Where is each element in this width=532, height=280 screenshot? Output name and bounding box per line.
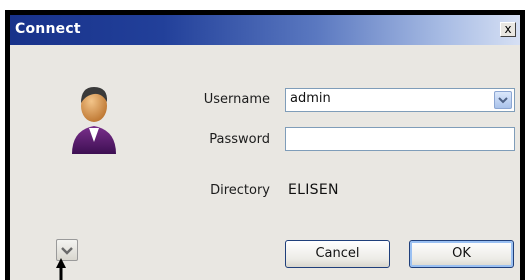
cancel-button[interactable]: Cancel [285,240,390,268]
window-title: Connect [15,21,81,37]
directory-label: Directory [210,183,270,198]
user-icon [72,87,116,154]
password-label: Password [209,132,270,147]
arrow-up-icon [56,258,66,280]
ok-button[interactable]: OK [409,240,514,268]
screenshot-stage: Connect x Username admin Password Direct… [0,0,532,280]
chevron-down-icon[interactable] [494,91,512,109]
close-button[interactable]: x [500,22,516,37]
connect-dialog: Connect x Username admin Password Direct… [5,10,525,280]
password-field[interactable] [285,127,515,151]
chevron-down-icon [61,247,73,255]
username-combobox[interactable]: admin [285,88,515,112]
title-bar[interactable]: Connect x [10,15,520,45]
username-label: Username [203,92,270,107]
directory-value: ELISEN [288,182,339,198]
username-value: admin [290,91,331,106]
